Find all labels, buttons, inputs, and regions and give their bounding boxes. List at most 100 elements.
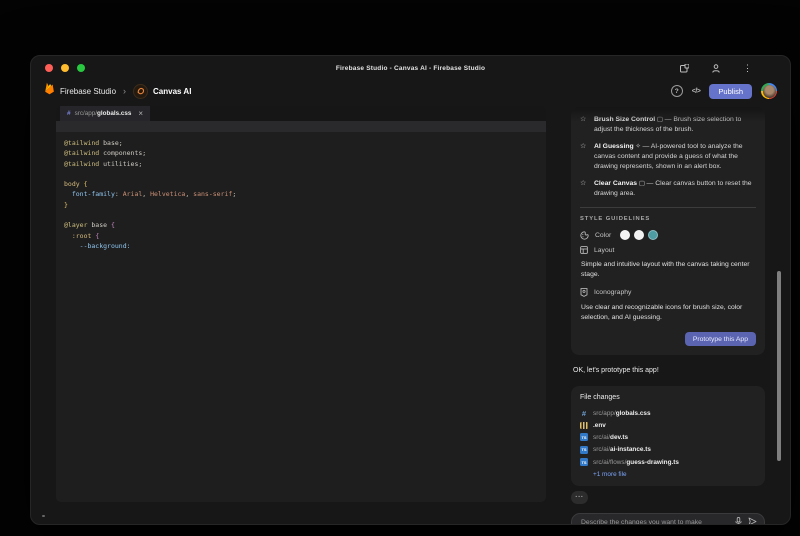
color-guideline-row: Color [580,230,756,240]
css-file-icon: # [67,110,71,117]
file-row[interactable]: TS src/ai/flows/guess-drawing.ts [580,458,756,466]
code-area[interactable]: @tailwind base; @tailwind components; @tai… [56,132,546,251]
maximize-window-button[interactable] [77,64,85,72]
browser-menu-icon[interactable]: ⋮ [743,63,752,73]
code-line: --background: [79,241,131,250]
feature-item: ☆ Clear Canvas ▢ — Clear canvas button to… [580,179,756,199]
editor-tab-globals-css[interactable]: # src/app/globals.css × [60,106,151,121]
canvas-ai-app-icon [133,83,149,99]
code-line: } [64,200,68,209]
iconography-label: Iconography [594,289,632,296]
tab-filename: globals.css [97,110,132,117]
code-line: font-family: Arial, Helvetica, sans-seri… [71,190,237,199]
ai-chat-panel: ☆ Brush Size Control ▢ — Brush size selec… [571,107,765,524]
help-icon[interactable]: ? [670,85,683,97]
code-editor-panel: # src/app/globals.css × @tailwind base; @… [56,106,546,502]
color-label: Color [595,231,612,239]
user-profile-icon[interactable] [712,63,720,73]
code-line: body { [64,180,88,189]
breadcrumb-brand[interactable]: Firebase Studio [60,87,116,96]
feature-text: Clear Canvas ▢ — Clear canvas button to … [594,180,752,197]
color-swatch [634,230,645,240]
editor-sticky-band [56,121,546,132]
assistant-message: OK, let's prototype this app! [573,367,659,374]
feature-text: AI Guessing ✧ — AI-powered tool to analy… [594,143,743,170]
editor-tab-bar: # src/app/globals.css × [56,106,546,121]
code-view-icon[interactable]: </> [692,88,701,95]
color-swatch [620,230,631,240]
window-titlebar: Firebase Studio - Canvas AI - Firebase S… [31,56,790,80]
file-row[interactable]: TS src/ai/ai-instance.ts [580,445,756,454]
open-in-browser-icon[interactable] [680,63,689,73]
file-path-text: .env [593,421,606,429]
file-path-text: src/app/globals.css [593,409,651,417]
file-row[interactable]: .env [580,421,756,429]
window-title: Firebase Studio - Canvas AI - Firebase S… [335,64,486,72]
file-changes-title: File changes [580,394,620,401]
chat-scrollbar-thumb[interactable] [777,271,781,461]
breadcrumb-app-name[interactable]: Canvas AI [153,87,191,96]
ts-file-icon: TS [580,445,588,454]
minimize-window-button[interactable] [61,64,69,72]
code-line: :root { [71,231,100,240]
file-changes-list: # src/app/globals.css .env TS src/ai/dev.ts T… [580,409,756,466]
close-window-button[interactable] [45,64,53,72]
layout-guideline-row: Layout [580,246,756,254]
desktop: Firebase Studio - Canvas AI - Firebase S… [0,0,800,536]
file-path-text: src/ai/dev.ts [593,433,629,441]
prototype-button-row: Prototype this App [580,332,756,346]
file-row[interactable]: TS src/ai/dev.ts [580,433,756,441]
css-file-icon: # [581,408,587,418]
feature-list: ☆ Brush Size Control ▢ — Brush size selec… [580,115,756,199]
firebase-logo-icon [44,82,55,100]
style-guidelines-heading: STYLE GUIDELINES [580,216,651,222]
app-window: Firebase Studio - Canvas AI - Firebase S… [30,55,791,525]
palette-icon [580,230,589,240]
code-line: @tailwind base; [64,139,123,147]
color-swatch [648,230,659,240]
prototype-this-app-button[interactable]: Prototype this App [684,332,756,346]
ts-file-icon: TS [580,433,588,441]
star-icon: ☆ [580,180,587,187]
publish-button[interactable]: Publish [709,83,752,99]
iconography-guideline-row: Iconography [580,288,756,297]
close-tab-icon[interactable]: × [138,109,143,118]
typing-indicator: ··· [571,490,588,504]
tab-path: src/app/ [74,110,98,117]
star-icon: ☆ [580,116,587,123]
microphone-icon[interactable] [735,513,742,524]
file-path-text: src/ai/flows/guess-drawing.ts [593,458,679,466]
card-divider [580,207,756,208]
code-line: @tailwind utilities; [64,159,143,168]
feature-text: Brush Size Control ▢ — Brush size select… [594,116,742,133]
env-file-icon [580,421,588,429]
traffic-lights [45,64,85,72]
feature-item: ☆ AI Guessing ✧ — AI-powered tool to anal… [580,142,756,172]
iconography-description: Use clear and recognizable icons for bru… [581,304,743,321]
ts-file-icon: TS [580,458,588,466]
file-changes-card: File changes # src/app/globals.css .env TS s… [571,386,765,486]
chat-input-bar [571,512,765,524]
feature-item: ☆ Brush Size Control ▢ — Brush size selec… [580,115,756,135]
send-icon[interactable] [748,513,757,524]
file-path-text: src/ai/ai-instance.ts [593,446,651,453]
layout-icon [580,246,588,254]
chevron-right-icon: › [123,85,127,96]
chat-input[interactable] [579,517,729,524]
code-line: @layer base { [64,221,115,230]
app-blueprint-card: ☆ Brush Size Control ▢ — Brush size selec… [571,107,765,355]
app-header: Firebase Studio › Canvas AI ? </> Publis… [31,80,790,102]
color-swatches [620,230,659,240]
more-files-link[interactable]: +1 more file [593,471,756,478]
frame-icon: ▢ [637,180,647,187]
file-row[interactable]: # src/app/globals.css [580,408,756,418]
layout-label: Layout [594,246,615,254]
user-avatar[interactable] [761,83,777,99]
window-corner-dot [42,514,45,517]
layout-description: Simple and intuitive layout with the can… [581,261,750,278]
star-icon: ☆ [580,143,587,150]
code-line: @tailwind components; [64,149,147,158]
frame-icon: ▢ [655,116,665,123]
